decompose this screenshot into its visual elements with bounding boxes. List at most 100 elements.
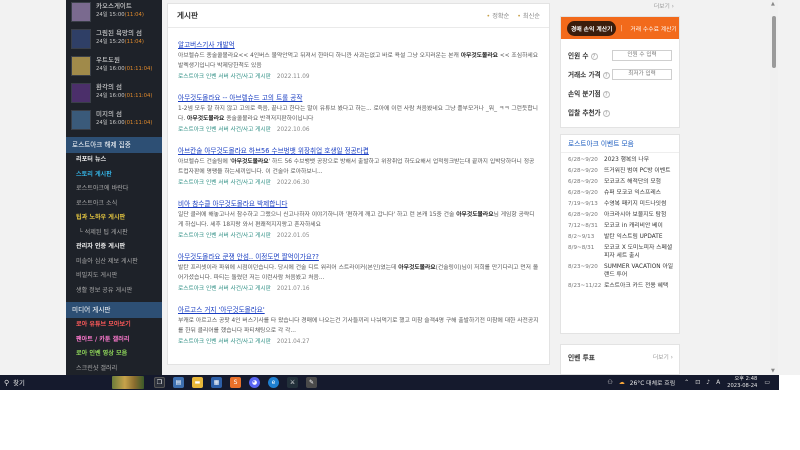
event-item[interactable]: 8/2~9/13 발탄 익스트림 UPDATE [561, 233, 679, 241]
event-item[interactable]: 6/28~9/20 아크라시아 보물지도 탐험 [561, 211, 679, 219]
event-item[interactable]: 8/23~9/20 SUMMER VACATION 아일랜드 투어 [561, 263, 679, 279]
event-item[interactable]: 8/9~8/31 모코코 X 도미노피자 스페셜 피자 세트 출시 [561, 244, 679, 260]
media-menu: 로아 유튜브 모아보기 팬아트 / 카툰 갤러리 로아 인벤 영상 모음 스크린샷 갤… [66, 318, 162, 375]
edge-icon[interactable]: e [268, 377, 279, 388]
weather-icon[interactable]: ☁ [619, 379, 625, 386]
sidebar-menu-item[interactable]: 미솔아 심산 제보 게시판 [66, 255, 162, 270]
island-item[interactable]: 미지의 섬 24일 16:00(01:11:04) [66, 108, 162, 133]
scroll-down-arrow-icon[interactable]: ▼ [771, 368, 775, 374]
help-icon[interactable]: ? [590, 52, 598, 60]
post-date: 2022.10.06 [276, 127, 310, 133]
island-item[interactable]: 환각의 섬 24일 16:00(01:11:04) [66, 81, 162, 106]
notification-icon[interactable]: ▭ [764, 379, 770, 386]
event-item[interactable]: 6/28~9/20 뜨거워진 범여 PC방 이벤트 [561, 167, 679, 175]
file-explorer-icon[interactable]: ▤ [173, 377, 184, 388]
island-item[interactable]: 우트도원 24일 16:00(01:11:04) [66, 54, 162, 79]
sidebar-menu-item[interactable]: 로아 인벤 영상 모음 [66, 347, 162, 362]
post-board-link[interactable]: 로스트아크 인벤 서버 사건/사고 게시판 [178, 74, 271, 80]
clock[interactable]: 오후 2:48 2023-08-24 [727, 376, 757, 389]
search-label: 찾기 [13, 379, 25, 387]
post-board-link[interactable]: 로스트아크 인벤 서버 사건/사고 게시판 [178, 180, 271, 186]
tab-fee-calculator[interactable]: 거래 수수료 계산기 [626, 21, 680, 36]
sidebar-menu-item[interactable]: 로스트아크에 바란다 [66, 182, 162, 197]
sidebar-menu-item[interactable]: 비밀지도 게시판 [66, 269, 162, 284]
event-date: 6/28~9/20 [568, 190, 598, 196]
post-date: 2021.07.16 [276, 286, 310, 292]
island-name: 우트도원 [96, 56, 120, 64]
network-icon[interactable]: ⊡ [695, 379, 700, 386]
post-item: 아무것도몰라요 쿤쟁 안섬.. 이정도면 짤억이가요?? 발탄 프리셋이라 파워에… [168, 252, 549, 294]
event-item[interactable]: 8/23~11/22 로스트아크 카드 전용 혜택 [561, 282, 679, 290]
tab-auction-calculator[interactable]: 경매 손익 계산기 [567, 20, 617, 36]
event-item[interactable]: 6/28~9/20 2023 행복의 나무 [561, 156, 679, 164]
help-icon[interactable]: ? [602, 109, 610, 117]
sidebar-menu-item[interactable]: 로스트아크 소식 [66, 197, 162, 212]
taskbar-search[interactable]: ⚲ 찾기 [0, 375, 112, 390]
sidebar-menu-item[interactable]: 팬아트 / 카툰 갤러리 [66, 333, 162, 348]
sidebar-menu-item[interactable]: 스크린샷 갤러리 [66, 362, 162, 376]
island-item[interactable]: 카오스게이트 24일 15:00(11:04) [66, 0, 162, 25]
post-excerpt: 아브렐슈드 건술팀에 '아무것도몰라요' 하드 56 수브뱅뱃 공장으로 방해서… [178, 159, 535, 175]
discord-icon[interactable]: ◕ [249, 377, 260, 388]
event-date: 6/28~9/20 [568, 212, 598, 218]
island-time: 24일 15:00(11:04) [96, 12, 144, 18]
store-icon[interactable]: ▦ [211, 377, 222, 388]
sidebar-menu-item[interactable]: 리포터 뉴스 [66, 153, 162, 168]
sidebar-menu-item[interactable]: 로아 유튜브 모아보기 [66, 318, 162, 333]
post-item: 아무것도몰라요 -- 아브렐슈드 고의 트롤 공작 1-2넴 모두 잘 하지 않고… [168, 93, 549, 135]
app-icon[interactable]: ✎ [306, 377, 317, 388]
sort-accuracy-button[interactable]: • 정확순 [487, 11, 510, 20]
sidebar-menu-item[interactable]: 팁과 노하우 게시판 [66, 211, 162, 226]
game-launcher-icon[interactable]: ⚔ [287, 377, 298, 388]
folder-icon[interactable]: ▬ [192, 377, 203, 388]
event-list: 6/28~9/20 2023 행복의 나무 6/28~9/20 뜨거워진 범여 PC방… [561, 156, 679, 290]
people-count-input[interactable] [612, 49, 672, 61]
event-item[interactable]: 6/28~9/20 슈퍼 모코코 익스프레스 [561, 189, 679, 197]
market-price-input[interactable] [612, 68, 672, 80]
sidebar-menu-item[interactable]: 생활 정보 공유 게시판 [66, 284, 162, 299]
island-item[interactable]: 그림된 욕망의 섬 24일 15:20(11:04) [66, 27, 162, 52]
chevron-up-icon[interactable]: ⌃ [684, 379, 689, 386]
post-title-link[interactable]: 아르고스 거지 '아무것도몰라요' [178, 305, 539, 315]
vote-more-link[interactable]: 더보기 › [653, 352, 673, 361]
scroll-up-arrow-icon[interactable]: ▲ [771, 1, 775, 7]
event-item[interactable]: 7/19~9/13 수영복 패키지 미드나잇썸 [561, 200, 679, 208]
island-time: 24일 15:20(11:04) [96, 39, 144, 45]
sidebar-menu-item[interactable]: 관리자 인증 게시판 [66, 240, 162, 255]
post-board-link[interactable]: 로스트아크 인벤 서버 사건/사고 게시판 [178, 339, 271, 345]
sidebar-menu-item[interactable]: └ 석제된 팁 게시판 [66, 226, 162, 241]
help-icon[interactable]: ? [602, 71, 610, 79]
event-date: 8/2~9/13 [568, 234, 595, 240]
volume-icon[interactable]: ♪ [706, 379, 710, 386]
scroll-thumb[interactable] [772, 16, 776, 68]
post-title-link[interactable]: 아무것도몰라요 쿤쟁 안섬.. 이정도면 짤억이가요?? [178, 252, 539, 262]
post-title-link[interactable]: 비아 참수클 아무것도몰라요 박제합니다 [178, 199, 539, 209]
help-icon[interactable]: ? [602, 90, 610, 98]
post-title-link[interactable]: 아브칸술 아무것도몰라요 하브56 수브벙뱃 위장취업 호생일 정공타켭 [178, 146, 539, 156]
post-board-link[interactable]: 로스트아크 인벤 서버 사건/사고 게시판 [178, 286, 271, 292]
ime-icon[interactable]: A [716, 379, 720, 386]
browser-page: 카오스게이트 24일 15:00(11:04) 그림된 욕망의 섬 24일 15:20… [0, 0, 800, 375]
event-item[interactable]: 6/28~9/20 모코코즈 해적단의 모험 [561, 178, 679, 186]
post-title-link[interactable]: 알고버스기사 개발억 [178, 40, 539, 50]
sidebar-menu-item[interactable]: 스토리 게시판 [66, 168, 162, 183]
people-icon[interactable]: ⚇ [607, 379, 612, 386]
island-thumbnail [71, 56, 91, 76]
event-date: 8/23~11/22 [568, 283, 602, 289]
post-date: 2022.06.30 [276, 180, 310, 186]
post-board-link[interactable]: 로스트아크 인벤 서버 사건/사고 게시판 [178, 233, 271, 239]
page-scrollbar[interactable]: ▲ ▼ [770, 0, 778, 375]
post-board-link[interactable]: 로스트아크 인벤 서버 사건/사고 게시판 [178, 127, 271, 133]
post-title-link[interactable]: 아무것도몰라요 -- 아브렐슈드 고의 트롤 공작 [178, 93, 539, 103]
app-s-icon[interactable]: S [230, 377, 241, 388]
more-link[interactable]: 더보기 › [560, 0, 680, 10]
post-item: 비아 참수클 아무것도몰라요 박제합니다 일단 클러에 해놓고나서 참수하고 그랬… [168, 199, 549, 241]
weather-text[interactable]: 26°C 대체로 흐림 [630, 378, 675, 387]
island-thumbnail [71, 110, 91, 130]
sort-latest-button[interactable]: • 최신순 [517, 11, 540, 20]
task-view-icon[interactable]: ❐ [154, 377, 165, 388]
board-header: 게시판 • 정확순 • 최신순 [168, 4, 549, 28]
event-list-title[interactable]: 로스트아크 이벤트 모음 [561, 135, 679, 153]
post-excerpt: 아브렐슈드 종술쿨볼라요<< 4인버스 물약안먹고 뒤져서 한마디 하니깐 사과… [178, 53, 539, 69]
event-item[interactable]: 7/12~8/31 모코코 in 캐리비안 베이 [561, 222, 679, 230]
